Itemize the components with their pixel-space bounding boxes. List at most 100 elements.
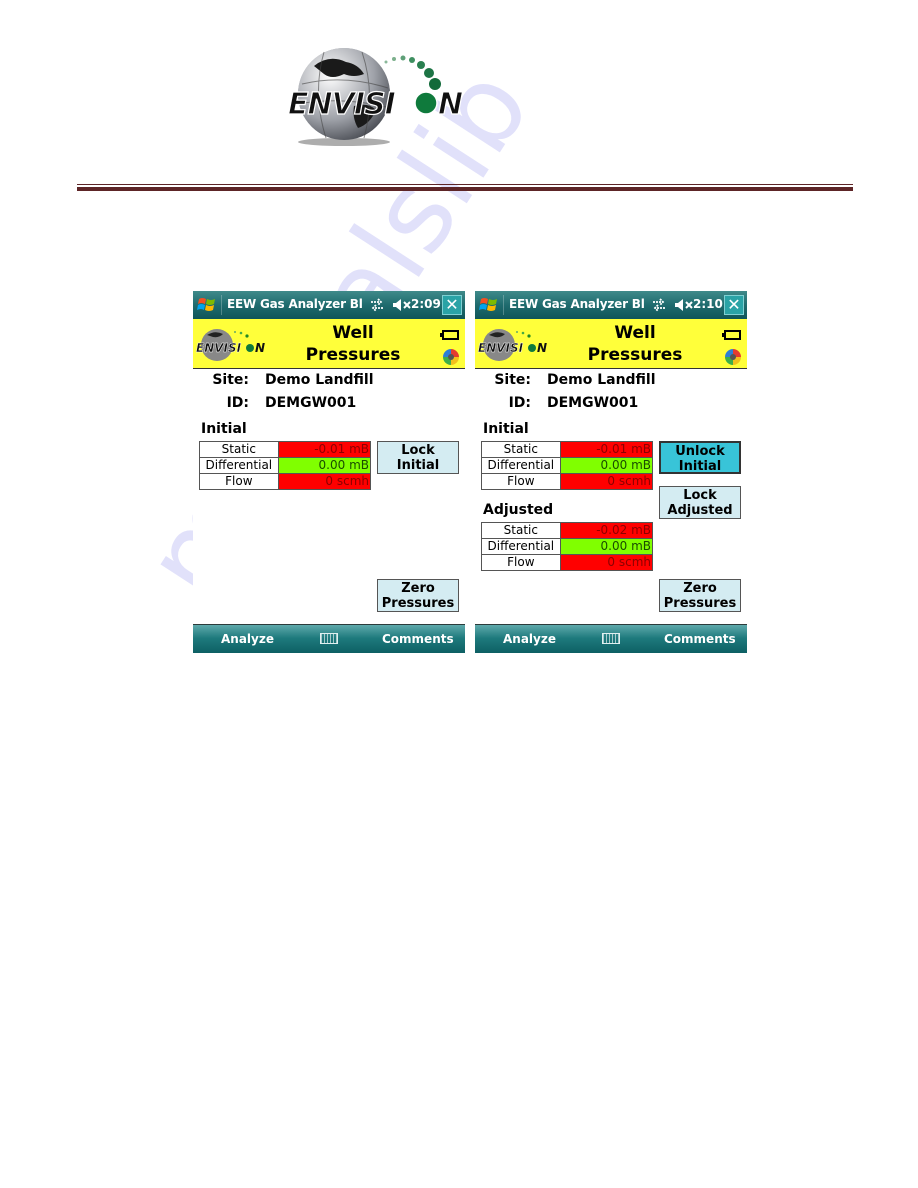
screen-title-line2: Pressures bbox=[587, 345, 683, 365]
analyze-softkey[interactable]: Analyze bbox=[221, 632, 274, 646]
zero-pressures-line1: Zero bbox=[401, 581, 435, 596]
envision-small-logo: ENVISI N bbox=[196, 329, 265, 361]
svg-text:ENVISI: ENVISI bbox=[478, 341, 524, 355]
volume-muted-icon[interactable] bbox=[674, 297, 694, 313]
screen-title: Well Pressures bbox=[565, 322, 705, 366]
zero-pressures-button[interactable]: Zero Pressures bbox=[659, 579, 741, 612]
table-row: Differential 0.00 mB bbox=[481, 457, 654, 474]
flow-label: Flow bbox=[199, 473, 279, 490]
app-header: ENVISI N Well Pressures bbox=[475, 319, 747, 369]
svg-text:N: N bbox=[438, 87, 463, 122]
initial-pressure-table: Static -0.01 mB Differential 0.00 mB Flo… bbox=[199, 441, 372, 490]
unlock-initial-button[interactable]: Unlock Initial bbox=[659, 441, 741, 474]
zero-pressures-button[interactable]: Zero Pressures bbox=[377, 579, 459, 612]
adjusted-pressure-table: Static -0.02 mB Differential 0.00 mB Flo… bbox=[481, 522, 654, 571]
table-row: Differential 0.00 mB bbox=[199, 457, 372, 474]
clock: 2:10 bbox=[693, 297, 723, 311]
differential-value: 0.00 mB bbox=[277, 457, 372, 474]
site-label: Site: bbox=[212, 372, 249, 388]
id-label: ID: bbox=[226, 395, 249, 411]
title-separator bbox=[503, 295, 504, 315]
keyboard-icon[interactable] bbox=[320, 633, 338, 644]
bottom-menu-bar: Analyze Comments bbox=[475, 624, 747, 653]
windows-start-icon[interactable] bbox=[196, 294, 218, 316]
windows-start-icon[interactable] bbox=[478, 294, 500, 316]
zero-pressures-line2: Pressures bbox=[381, 596, 455, 611]
static-value: -0.02 mB bbox=[559, 522, 654, 539]
unlock-initial-line2: Initial bbox=[678, 459, 722, 474]
title-bar: EEW Gas Analyzer Bl 2:09 ✕ bbox=[193, 291, 465, 319]
adjusted-section-title: Adjusted bbox=[483, 502, 554, 518]
svg-text:N: N bbox=[255, 341, 265, 355]
flow-value: 0 scmh bbox=[559, 554, 654, 571]
static-value: -0.01 mB bbox=[277, 441, 372, 458]
device-screen-adjusted: EEW Gas Analyzer Bl 2:10 ✕ ENVISI N Well… bbox=[475, 291, 747, 653]
unlock-initial-line1: Unlock bbox=[675, 444, 725, 459]
differential-label: Differential bbox=[481, 538, 561, 555]
device-screen-initial: EEW Gas Analyzer Bl 2:09 ✕ ENVISI N Well… bbox=[193, 291, 465, 653]
table-row: Static -0.01 mB bbox=[199, 441, 372, 458]
envision-logo: ENVISI N bbox=[287, 48, 464, 146]
static-label: Static bbox=[199, 441, 279, 458]
differential-label: Differential bbox=[199, 457, 279, 474]
header-rule-thin bbox=[77, 184, 853, 185]
lock-initial-button[interactable]: Lock Initial bbox=[377, 441, 459, 474]
site-value: Demo Landfill bbox=[265, 372, 374, 388]
close-button[interactable]: ✕ bbox=[724, 295, 744, 315]
app-title: EEW Gas Analyzer Bl bbox=[227, 297, 363, 311]
flow-value: 0 scmh bbox=[559, 473, 654, 490]
screen-title-line1: Well bbox=[332, 323, 374, 343]
analyze-softkey[interactable]: Analyze bbox=[503, 632, 556, 646]
differential-label: Differential bbox=[481, 457, 561, 474]
bottom-menu-bar: Analyze Comments bbox=[193, 624, 465, 653]
title-bar: EEW Gas Analyzer Bl 2:10 ✕ bbox=[475, 291, 747, 319]
clock: 2:09 bbox=[411, 297, 441, 311]
sensor-status-icon[interactable] bbox=[443, 349, 459, 365]
header-rule-thick bbox=[77, 187, 853, 191]
lock-adjusted-line1: Lock bbox=[683, 488, 717, 503]
sensor-status-icon[interactable] bbox=[725, 349, 741, 365]
keyboard-icon[interactable] bbox=[602, 633, 620, 644]
svg-text:N: N bbox=[537, 341, 547, 355]
zero-pressures-line1: Zero bbox=[683, 581, 717, 596]
lock-initial-line1: Lock bbox=[401, 443, 435, 458]
title-separator bbox=[221, 295, 222, 315]
initial-pressure-table: Static -0.01 mB Differential 0.00 mB Flo… bbox=[481, 441, 654, 490]
close-button[interactable]: ✕ bbox=[442, 295, 462, 315]
connectivity-icon[interactable] bbox=[369, 297, 385, 313]
app-title: EEW Gas Analyzer Bl bbox=[509, 297, 645, 311]
comments-softkey[interactable]: Comments bbox=[664, 632, 736, 646]
differential-value: 0.00 mB bbox=[559, 538, 654, 555]
static-value: -0.01 mB bbox=[559, 441, 654, 458]
svg-text:ENVISI: ENVISI bbox=[196, 341, 242, 355]
battery-icon bbox=[722, 330, 741, 340]
table-row: Static -0.02 mB bbox=[481, 522, 654, 539]
table-row: Flow 0 scmh bbox=[199, 473, 372, 490]
site-label: Site: bbox=[494, 372, 531, 388]
static-label: Static bbox=[481, 441, 561, 458]
comments-softkey[interactable]: Comments bbox=[382, 632, 454, 646]
envision-small-logo: ENVISI N bbox=[478, 329, 547, 361]
lock-initial-line2: Initial bbox=[396, 458, 440, 473]
screen-title: Well Pressures bbox=[283, 322, 423, 366]
id-value: DEMGW001 bbox=[265, 395, 357, 411]
app-header: ENVISI N Well Pressures bbox=[193, 319, 465, 369]
site-value: Demo Landfill bbox=[547, 372, 656, 388]
svg-text:ENVISI: ENVISI bbox=[288, 87, 396, 122]
differential-value: 0.00 mB bbox=[559, 457, 654, 474]
lock-adjusted-line2: Adjusted bbox=[667, 503, 733, 518]
connectivity-icon[interactable] bbox=[651, 297, 667, 313]
flow-label: Flow bbox=[481, 554, 561, 571]
id-value: DEMGW001 bbox=[547, 395, 639, 411]
volume-muted-icon[interactable] bbox=[392, 297, 412, 313]
flow-value: 0 scmh bbox=[277, 473, 372, 490]
initial-section-title: Initial bbox=[201, 421, 247, 437]
table-row: Differential 0.00 mB bbox=[481, 538, 654, 555]
lock-adjusted-button[interactable]: Lock Adjusted bbox=[659, 486, 741, 519]
screen-title-line2: Pressures bbox=[305, 345, 401, 365]
id-label: ID: bbox=[508, 395, 531, 411]
static-label: Static bbox=[481, 522, 561, 539]
table-row: Flow 0 scmh bbox=[481, 473, 654, 490]
table-row: Static -0.01 mB bbox=[481, 441, 654, 458]
zero-pressures-line2: Pressures bbox=[663, 596, 737, 611]
